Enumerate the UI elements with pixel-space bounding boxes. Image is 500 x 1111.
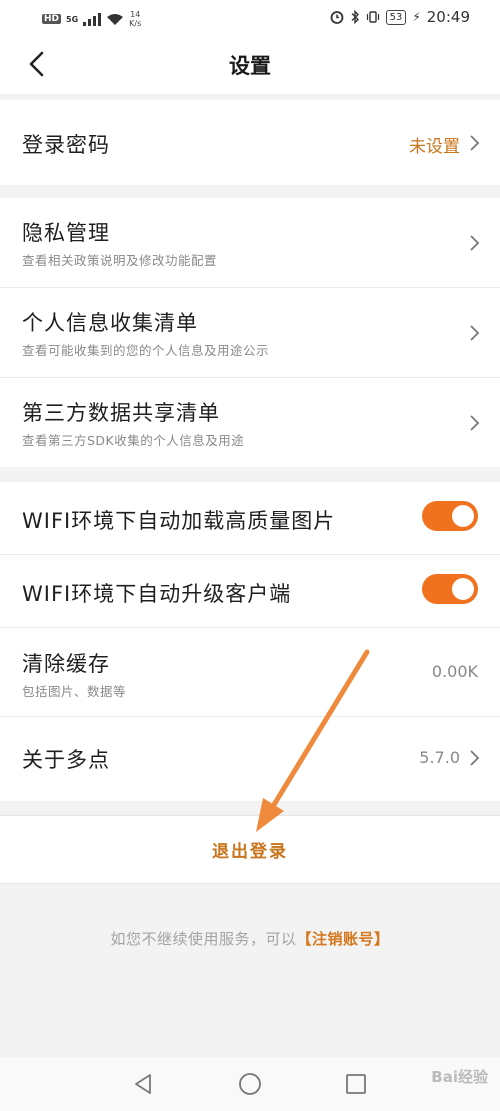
system-nav-bar: [0, 1057, 500, 1111]
login-password-value: 未设置: [409, 137, 460, 157]
toggle-knob: [452, 505, 474, 527]
cache-size-value: 0.00K: [431, 662, 478, 681]
nav-home-icon[interactable]: [237, 1071, 263, 1097]
watermark: Bai经验: [431, 1068, 488, 1086]
third-party-sharing-row[interactable]: 第三方数据共享清单 查看第三方SDK收集的个人信息及用途: [0, 378, 500, 467]
logout-label: 退出登录: [212, 842, 288, 862]
about-row[interactable]: 关于多点 5.7.0: [0, 717, 500, 801]
personal-info-list-row[interactable]: 个人信息收集清单 查看可能收集到的您的个人信息及用途公示: [0, 288, 500, 378]
login-password-label: 登录密码: [22, 133, 110, 157]
toggle-knob: [452, 578, 474, 600]
chevron-right-icon: [470, 235, 480, 251]
wifi-icon: [107, 13, 124, 25]
status-bar: HD 5G 14 K/s 53 ⚡ 20:49: [0, 0, 500, 36]
chevron-right-icon: [470, 750, 480, 766]
app-header: 设置: [0, 36, 500, 94]
version-value: 5.7.0: [419, 748, 460, 767]
clock: 20:49: [426, 8, 470, 26]
wifi-images-toggle[interactable]: [422, 501, 478, 531]
row-subtitle: 查看相关政策说明及修改功能配置: [22, 253, 218, 268]
clear-cache-title: 清除缓存: [22, 652, 110, 676]
nav-recents-icon[interactable]: [343, 1071, 369, 1097]
clear-cache-subtitle: 包括图片、数据等: [22, 684, 127, 699]
charging-icon: ⚡: [412, 10, 421, 24]
deactivate-account-link[interactable]: 【注销账号】: [297, 930, 390, 948]
speed-unit: K/s: [129, 19, 142, 28]
chevron-right-icon: [470, 325, 480, 341]
network-speed: 14 K/s: [129, 10, 141, 28]
alarm-icon: [330, 11, 343, 24]
row-subtitle: 查看第三方SDK收集的个人信息及用途: [22, 433, 245, 448]
wifi-upgrade-toggle[interactable]: [422, 574, 478, 604]
page-title: 设置: [229, 54, 271, 78]
login-password-row[interactable]: 登录密码 未设置: [0, 100, 500, 185]
logout-button[interactable]: 退出登录: [0, 815, 500, 884]
status-bar-right: 53 ⚡ 20:49: [330, 8, 470, 26]
vibrate-icon: [366, 11, 379, 23]
speed-value: 14: [130, 10, 141, 19]
chevron-right-icon: [470, 135, 480, 151]
row-title: 第三方数据共享清单: [22, 401, 220, 425]
network-type: 5G: [66, 14, 79, 24]
wifi-upgrade-row: WIFI环境下自动升级客户端: [0, 555, 500, 628]
password-group: 登录密码 未设置: [0, 100, 500, 185]
nav-back-icon[interactable]: [130, 1071, 156, 1097]
clear-cache-row[interactable]: 清除缓存 包括图片、数据等 0.00K: [0, 628, 500, 717]
deactivate-notice: 如您不继续使用服务，可以【注销账号】: [0, 928, 500, 949]
battery-indicator: 53: [385, 9, 407, 25]
row-title: 个人信息收集清单: [22, 311, 198, 335]
about-title: 关于多点: [22, 748, 110, 772]
deactivate-text: 如您不继续使用服务，可以: [110, 930, 297, 948]
row-title: 隐私管理: [22, 221, 110, 245]
row-subtitle: 查看可能收集到的您的个人信息及用途公示: [22, 343, 270, 358]
privacy-group: 隐私管理 查看相关政策说明及修改功能配置 个人信息收集清单 查看可能收集到的您的…: [0, 198, 500, 467]
signal-icon: [83, 12, 102, 26]
chevron-right-icon: [470, 415, 480, 431]
wifi-images-row: WIFI环境下自动加载高质量图片: [0, 482, 500, 555]
status-bar-left: HD 5G 14 K/s: [42, 10, 141, 28]
bluetooth-icon: [351, 10, 359, 24]
wifi-upgrade-label: WIFI环境下自动升级客户端: [22, 582, 292, 606]
hd-badge: HD: [42, 14, 62, 24]
wifi-images-label: WIFI环境下自动加载高质量图片: [22, 509, 336, 533]
general-settings-group: WIFI环境下自动加载高质量图片 WIFI环境下自动升级客户端 清除缓存 包括图…: [0, 482, 500, 801]
privacy-management-row[interactable]: 隐私管理 查看相关政策说明及修改功能配置: [0, 198, 500, 288]
